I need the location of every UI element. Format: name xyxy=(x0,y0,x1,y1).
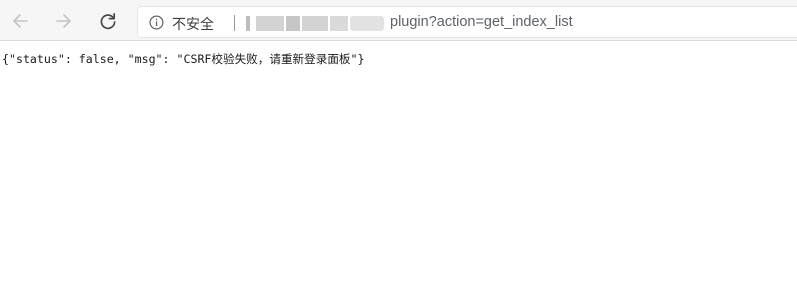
arrow-right-icon xyxy=(55,12,73,30)
address-divider xyxy=(234,15,235,31)
address-bar[interactable]: 不安全 plugin?action=get_index_list xyxy=(137,6,797,38)
forward-button[interactable] xyxy=(51,8,77,34)
reload-icon xyxy=(98,11,118,31)
redacted-host xyxy=(246,16,386,31)
browser-toolbar: 不安全 plugin?action=get_index_list xyxy=(0,0,797,41)
reload-button[interactable] xyxy=(95,8,121,34)
response-body: {"status": false, "msg": "CSRF校验失败，请重新登录… xyxy=(2,52,365,66)
security-label: 不安全 xyxy=(172,17,214,33)
security-indicator[interactable]: 不安全 xyxy=(149,14,214,34)
info-circle-icon xyxy=(149,14,164,34)
back-button[interactable] xyxy=(7,8,33,34)
arrow-left-icon xyxy=(11,12,29,30)
url-text[interactable]: plugin?action=get_index_list xyxy=(390,14,573,30)
